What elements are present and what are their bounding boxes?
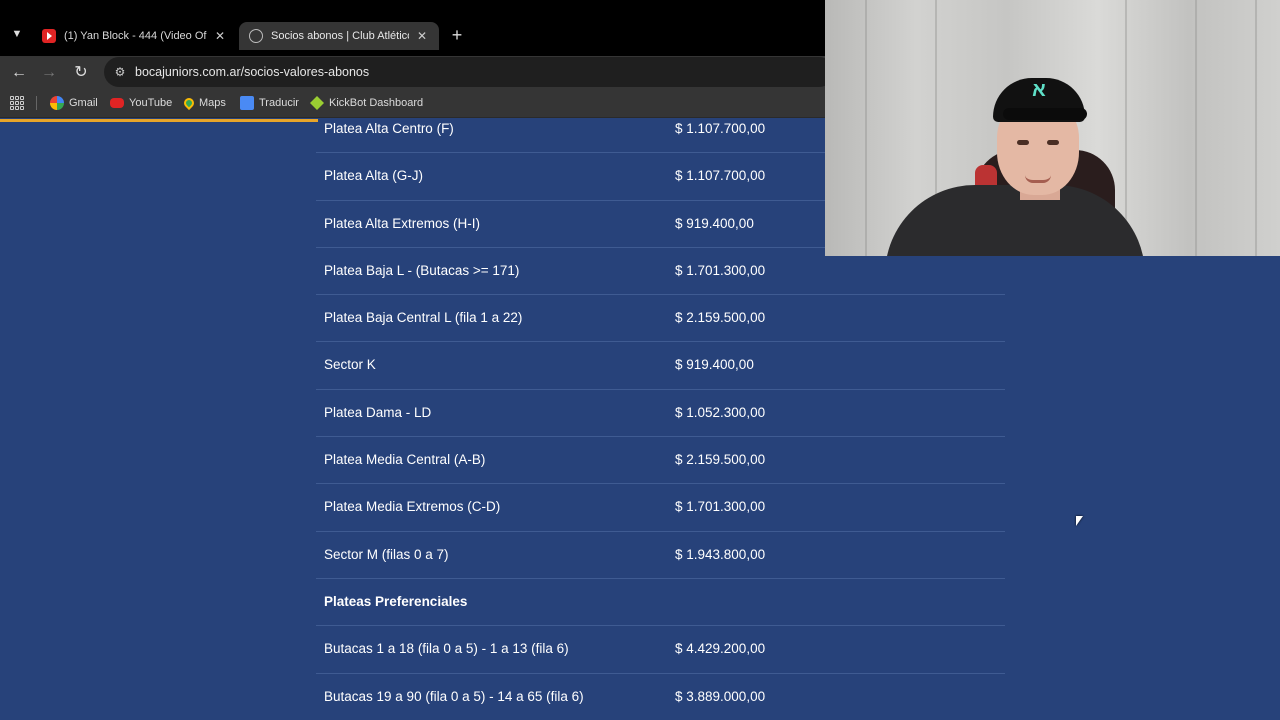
curtain-fold [865,0,867,256]
sector-price: $ 1.107.700,00 [675,168,766,184]
person-cap-brim [1003,108,1087,120]
bookmark-traducir[interactable]: Traducir [240,94,299,112]
bookmark-label: KickBot Dashboard [329,97,424,109]
kickbot-icon [310,96,324,110]
youtube-icon [42,29,56,43]
sector-price: $ 3.889.000,00 [675,688,766,704]
apps-grid-icon[interactable] [10,96,24,110]
sector-name: Platea Baja Central L (fila 1 a 22) [324,310,523,326]
reload-icon[interactable]: ↻ [70,62,92,84]
globe-icon [249,29,263,43]
bookmarks-divider [36,96,37,110]
sector-price: $ 1.107.700,00 [675,121,766,136]
mouse-cursor-icon [1076,516,1083,526]
price-row: Platea Dama - LD $ 1.052.300,00 [316,390,1005,438]
section-heading-row: Plateas Preferenciales [316,579,1005,627]
sector-name: Platea Alta Centro (F) [324,121,454,136]
bookmark-label: Traducir [259,97,299,109]
address-bar[interactable]: ⚙ bocajuniors.com.ar/socios-valores-abon… [104,57,834,87]
sector-price: $ 2.159.500,00 [675,452,766,468]
forward-arrow-icon[interactable]: → [38,62,60,84]
close-icon[interactable]: ✕ [213,29,227,43]
price-row: Platea Media Central (A-B) $ 2.159.500,00 [316,437,1005,485]
price-row: Sector K $ 919.400,00 [316,342,1005,390]
bookmark-label: Maps [199,97,226,109]
sector-name: Platea Media Extremos (C-D) [324,499,501,515]
sector-price: $ 919.400,00 [675,357,754,373]
sector-price: $ 1.943.800,00 [675,546,766,562]
sector-name: Sector M (filas 0 a 7) [324,546,449,562]
browser-window: ▼ (1) Yan Block - 444 (Video Oficial) ✕ … [0,0,1280,720]
sector-price: $ 2.159.500,00 [675,310,766,326]
sector-price: $ 1.701.300,00 [675,262,766,278]
google-icon [50,96,64,110]
site-info-icon[interactable]: ⚙ [112,64,128,80]
person-smile [1025,175,1051,183]
sector-name: Platea Baja L - (Butacas >= 171) [324,262,520,278]
sector-name: Platea Media Central (A-B) [324,452,486,468]
price-row: Butacas 1 a 18 (fila 0 a 5) - 1 a 13 (fi… [316,626,1005,674]
webcam-overlay: א [825,0,1280,256]
sector-name: Sector K [324,357,376,373]
youtube-icon [110,98,124,108]
sector-price: $ 919.400,00 [675,215,754,231]
bookmark-label: YouTube [129,97,173,109]
price-row: Butacas 19 a 90 (fila 0 a 5) - 14 a 65 (… [316,674,1005,720]
curtain-fold [1255,0,1257,256]
bookmark-kickbot-dashboard[interactable]: KickBot Dashboard [310,94,423,112]
tab-youtube-video[interactable]: (1) Yan Block - 444 (Video Oficial) ✕ [32,22,237,50]
curtain-fold [1195,0,1197,256]
url-text: bocajuniors.com.ar/socios-valores-abonos [135,65,370,79]
price-row: Sector M (filas 0 a 7) $ 1.943.800,00 [316,532,1005,579]
maps-pin-icon [181,95,197,111]
sector-name: Platea Dama - LD [324,404,432,420]
bookmark-gmail[interactable]: Gmail [50,94,98,112]
person-eye [1047,140,1059,145]
close-icon[interactable]: ✕ [415,29,429,43]
sector-name: Butacas 19 a 90 (fila 0 a 5) - 14 a 65 (… [324,688,584,704]
tab-title: Socios abonos | Club Atlético Boca [271,30,409,42]
curtain-fold [1125,0,1127,256]
sector-price: $ 1.701.300,00 [675,499,766,515]
person-eye [1017,140,1029,145]
translate-icon [240,96,254,110]
tab-socios-abonos[interactable]: Socios abonos | Club Atlético Boca ✕ [239,22,439,50]
sector-name: Platea Alta Extremos (H-I) [324,215,481,231]
bookmark-label: Gmail [69,97,98,109]
sector-price: $ 1.052.300,00 [675,404,766,420]
bookmark-youtube[interactable]: YouTube [110,94,172,112]
price-row: Platea Baja Central L (fila 1 a 22) $ 2.1… [316,295,1005,343]
tab-title: (1) Yan Block - 444 (Video Oficial) [64,30,207,42]
sector-name: Butacas 1 a 18 (fila 0 a 5) - 1 a 13 (fi… [324,641,569,657]
cap-logo-icon: א [1032,79,1046,101]
sector-price: $ 4.429.200,00 [675,641,766,657]
bookmark-maps[interactable]: Maps [181,94,226,112]
back-arrow-icon[interactable]: ← [8,62,30,84]
sector-name: Platea Alta (G-J) [324,168,424,184]
page-loading-bar [0,119,318,122]
price-row: Platea Media Extremos (C-D) $ 1.701.300,0… [316,484,1005,532]
tab-search-chevron-down-icon[interactable]: ▼ [6,24,28,44]
section-heading: Plateas Preferenciales [324,593,468,609]
new-tab-plus-icon[interactable]: + [446,24,468,46]
